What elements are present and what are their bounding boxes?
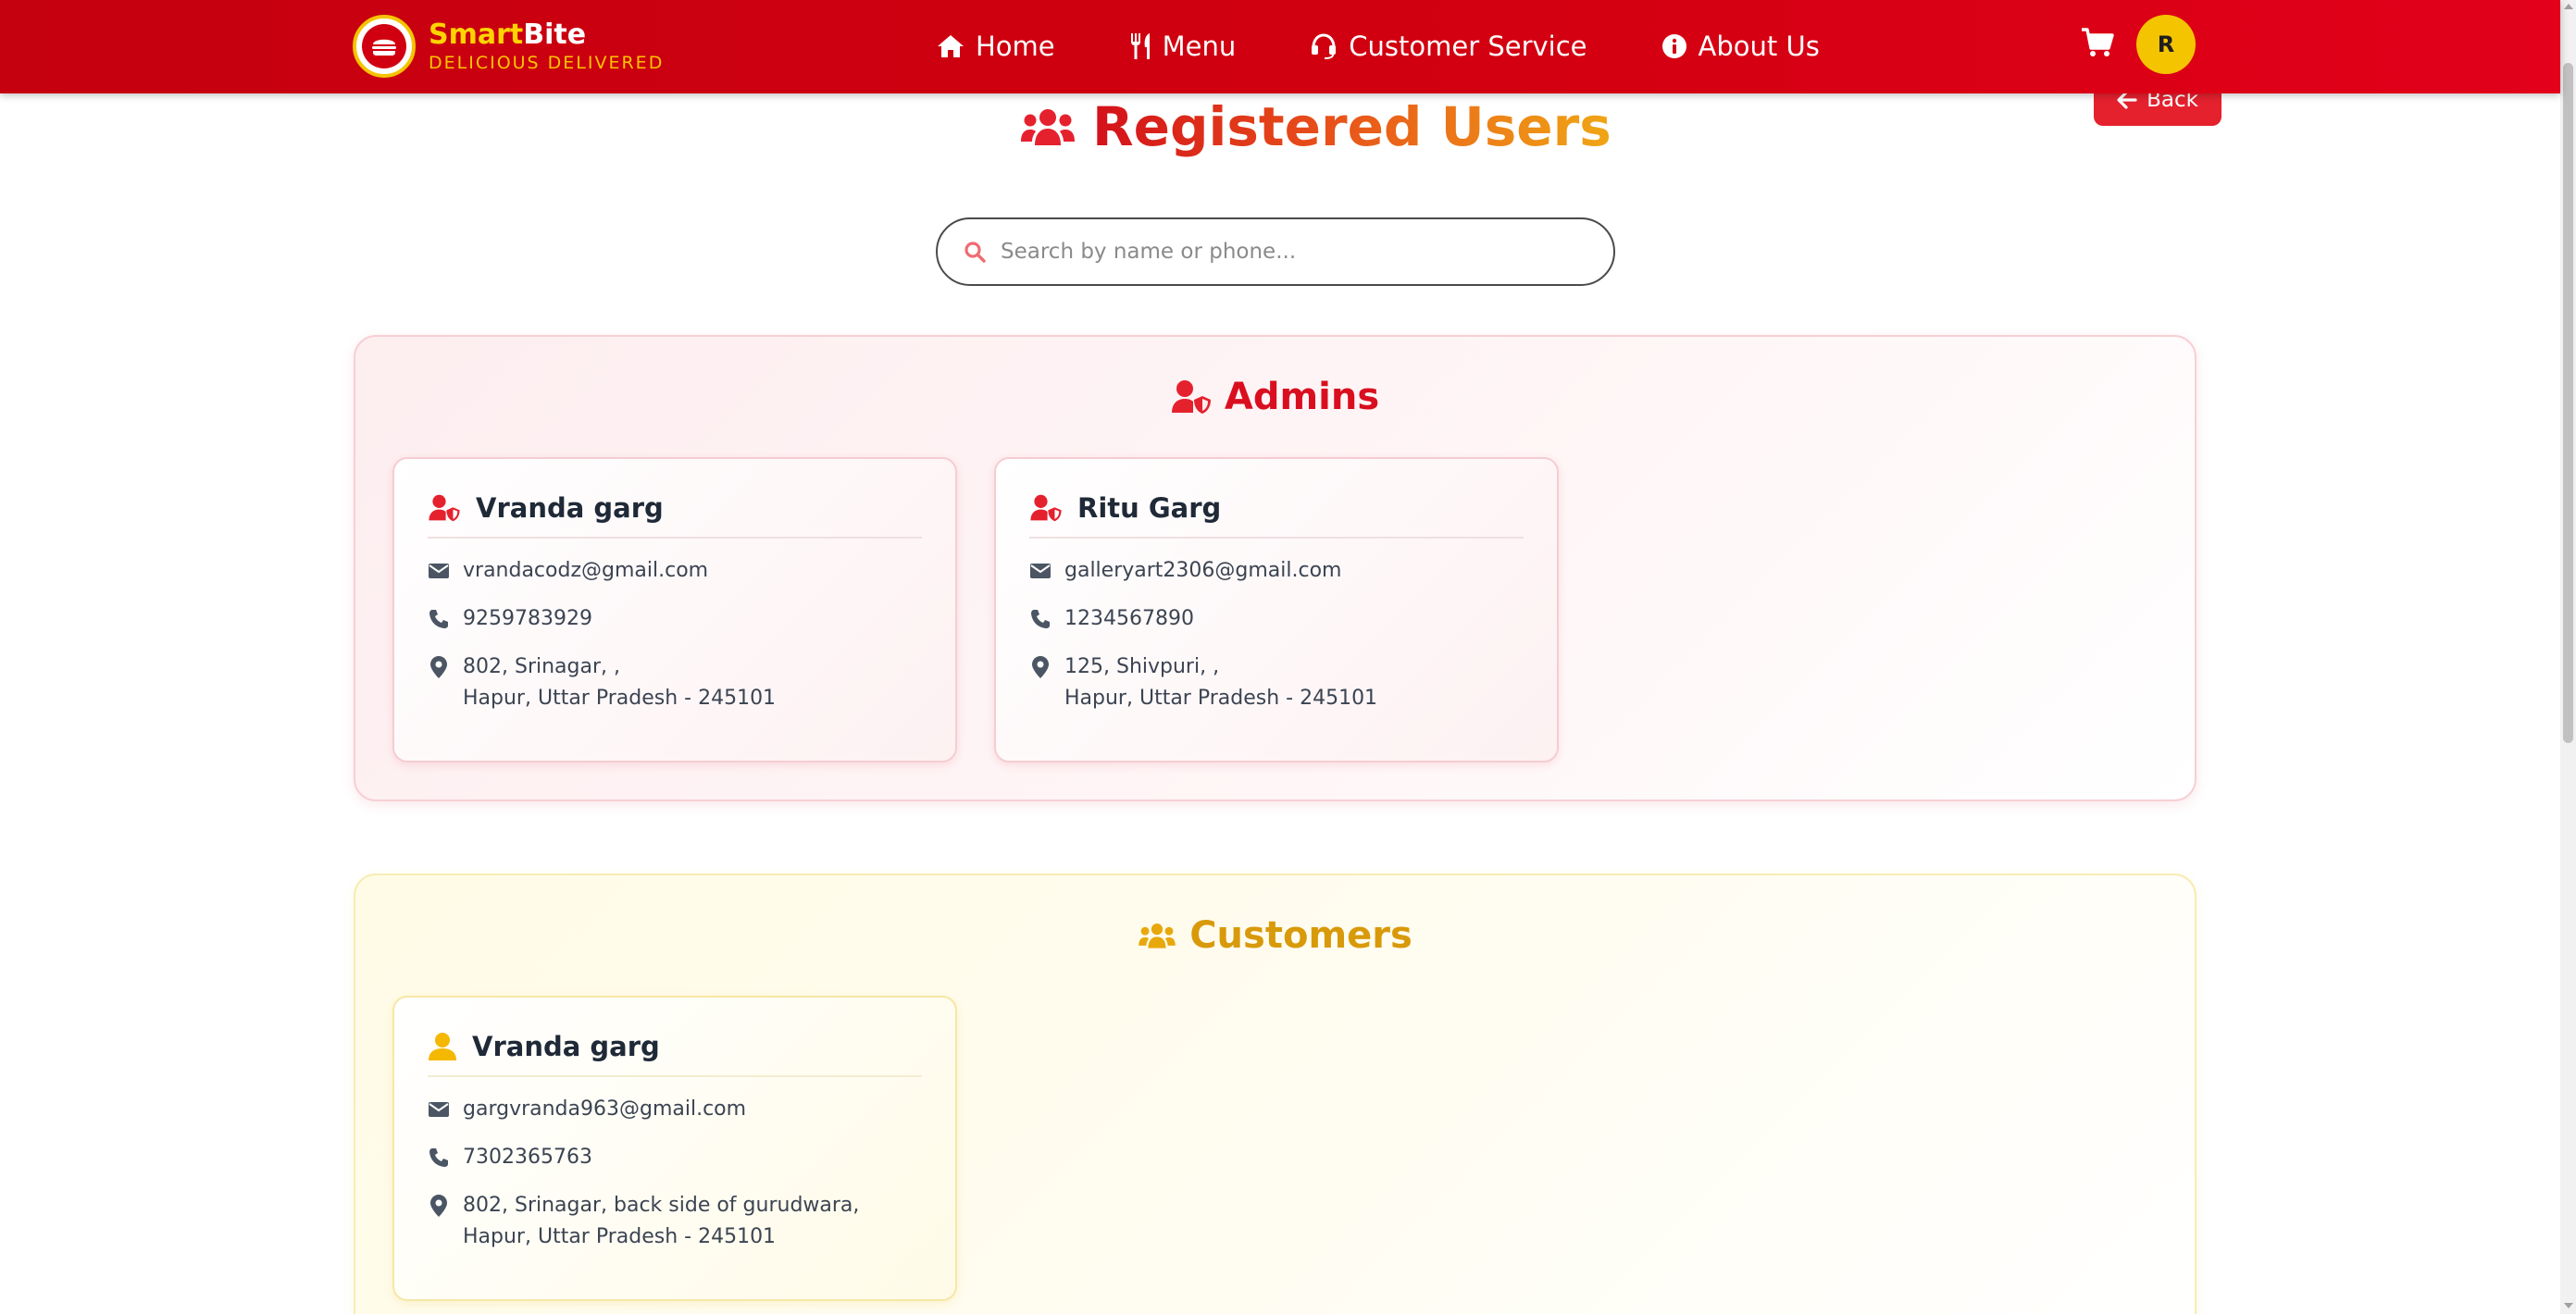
brand-logo [353, 15, 416, 78]
page-title: Registered Users [1020, 93, 1612, 161]
customers-section-title: Customers [355, 914, 2195, 957]
user-shield-icon [429, 494, 460, 522]
nav-about[interactable]: About Us [1661, 31, 1820, 62]
user-card[interactable]: Ritu Garg galleryart2306@gmail.com 12345… [994, 457, 1559, 762]
brand-name: SmartBite [429, 19, 587, 52]
navbar: SmartBite DELICIOUS DELIVERED Home Menu [0, 0, 2560, 93]
envelope-icon [429, 564, 449, 578]
user-address-line2: Hapur, Uttar Pradesh - 245101 [1064, 687, 1378, 710]
cart-button[interactable] [2081, 26, 2114, 63]
headset-icon [1312, 33, 1337, 59]
nav-customer-service[interactable]: Customer Service [1310, 31, 1587, 62]
phone-icon [1031, 610, 1050, 628]
arrow-left-icon [2117, 91, 2137, 109]
envelope-icon [429, 1102, 449, 1117]
nav-home-label: Home [976, 31, 1055, 62]
page-title-text: Registered Users [1092, 95, 1612, 158]
nav-menu[interactable]: Menu [1129, 31, 1237, 62]
brand[interactable]: SmartBite DELICIOUS DELIVERED [353, 15, 664, 78]
customers-title-text: Customers [1189, 914, 1412, 957]
users-icon [1139, 924, 1176, 948]
scroll-down-arrow[interactable] [2564, 1303, 2573, 1308]
customers-section: Customers Vranda garg gargvranda963@gmai… [354, 874, 2196, 1314]
user-shield-icon [1171, 380, 1211, 414]
burger-logo-icon [362, 24, 406, 68]
brand-tagline: DELICIOUS DELIVERED [429, 53, 665, 74]
user-email: gargvranda963@gmail.com [463, 1097, 747, 1121]
user-card[interactable]: Vranda garg gargvranda963@gmail.com 7302… [392, 996, 957, 1301]
user-address-line1: 802, Srinagar, , [463, 655, 620, 678]
user-shield-icon [1030, 494, 1062, 522]
users-icon [1021, 109, 1075, 145]
admins-title-text: Admins [1224, 376, 1380, 418]
phone-icon [429, 610, 448, 628]
envelope-icon [1030, 564, 1051, 578]
home-icon [938, 35, 964, 57]
user-card[interactable]: Vranda garg vrandacodz@gmail.com 9259783… [392, 457, 957, 762]
admins-section-title: Admins [355, 376, 2195, 418]
map-pin-icon [1032, 656, 1049, 678]
user-email: vrandacodz@gmail.com [463, 559, 709, 582]
user-address-line2: Hapur, Uttar Pradesh - 245101 [463, 1225, 777, 1248]
search-box[interactable] [936, 217, 1615, 286]
phone-icon [429, 1148, 448, 1167]
user-address-line1: 125, Shivpuri, , [1064, 655, 1220, 678]
user-name: Vranda garg [472, 1031, 660, 1062]
user-address-line1: 802, Srinagar, back side of gurudwara, [463, 1194, 860, 1217]
user-address-line2: Hapur, Uttar Pradesh - 245101 [463, 687, 777, 710]
map-pin-icon [430, 1195, 447, 1217]
search-icon [964, 242, 986, 263]
cart-icon [2082, 28, 2114, 56]
nav-customer-service-label: Customer Service [1349, 31, 1587, 62]
utensils-icon [1130, 33, 1150, 59]
user-phone: 1234567890 [1064, 607, 1194, 630]
scroll-up-arrow[interactable] [2564, 4, 2573, 9]
user-phone: 7302365763 [463, 1146, 592, 1169]
nav-home[interactable]: Home [937, 31, 1055, 62]
user-name: Ritu Garg [1077, 492, 1222, 524]
nav-about-label: About Us [1698, 31, 1820, 62]
map-pin-icon [430, 656, 447, 678]
scrollbar-thumb[interactable] [2563, 63, 2573, 743]
nav-links: Home Menu Customer Service About Us [937, 24, 1820, 68]
admins-section: Admins Vranda garg vrandacodz@gmail.com … [354, 335, 2196, 801]
info-icon [1661, 34, 1686, 58]
user-icon [429, 1033, 456, 1060]
user-phone: 9259783929 [463, 607, 592, 630]
user-email: galleryart2306@gmail.com [1064, 559, 1342, 582]
user-name: Vranda garg [476, 492, 664, 524]
avatar[interactable]: R [2136, 15, 2196, 74]
nav-menu-label: Menu [1162, 31, 1237, 62]
search-input[interactable] [1001, 240, 1593, 264]
